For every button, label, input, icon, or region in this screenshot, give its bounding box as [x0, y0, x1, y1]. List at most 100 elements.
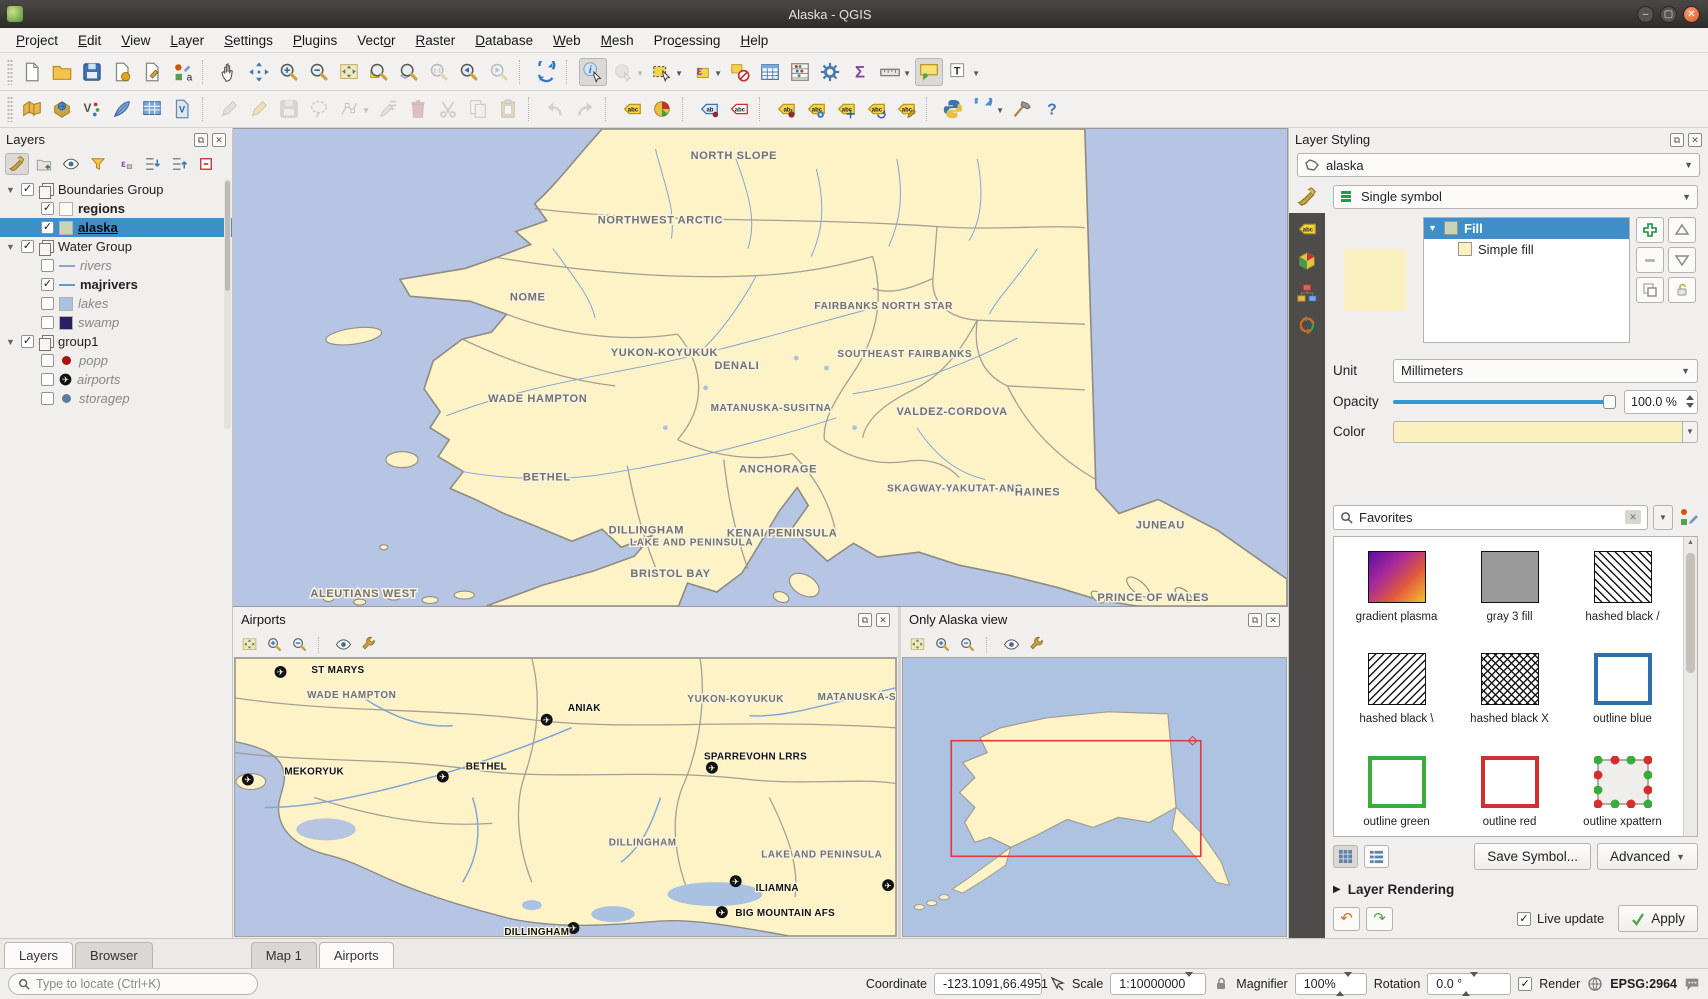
set-view-extent-button[interactable] — [1001, 635, 1022, 655]
layer-styling-float-icon[interactable]: ⧉ — [1670, 133, 1684, 147]
apply-button[interactable]: Apply — [1618, 905, 1698, 932]
layers-panel-float-icon[interactable]: ⧉ — [194, 133, 208, 147]
zoom-in-button[interactable] — [264, 635, 285, 655]
zoom-full-button[interactable] — [335, 58, 363, 86]
pin-labels-button[interactable]: ab — [772, 95, 800, 123]
map-tips-button[interactable] — [915, 58, 943, 86]
redo-button[interactable] — [571, 95, 599, 123]
layer-visibility-checkbox[interactable] — [41, 354, 54, 367]
move-down-button[interactable] — [1668, 247, 1696, 273]
layer-item-storagep[interactable]: storagep — [0, 389, 232, 408]
advanced-button[interactable]: Advanced▼ — [1597, 843, 1698, 870]
expander-icon[interactable]: ▼ — [1428, 223, 1438, 233]
layer-item-majrivers[interactable]: ✓majrivers — [0, 275, 232, 294]
alaska-view-canvas[interactable] — [902, 657, 1287, 937]
history-tab[interactable] — [1289, 309, 1325, 341]
zoom-next-button[interactable] — [485, 58, 513, 86]
spin-up-icon[interactable] — [1686, 395, 1694, 400]
zoom-full-button[interactable] — [907, 635, 928, 655]
undo-button[interactable] — [541, 95, 569, 123]
pan-map-button[interactable] — [215, 58, 243, 86]
extents-toggle-icon[interactable] — [1049, 976, 1065, 992]
symbology-tab[interactable] — [1289, 181, 1325, 213]
deselect-all-button[interactable] — [726, 58, 754, 86]
style-redo-button[interactable]: ↷ — [1366, 907, 1393, 931]
add-mesh-layer-button[interactable] — [138, 95, 166, 123]
menu-mesh[interactable]: Mesh — [591, 30, 644, 51]
crs-status[interactable]: EPSG:2964 — [1610, 977, 1677, 991]
layer-item-swamp[interactable]: swamp — [0, 313, 232, 332]
paste-features-button[interactable] — [494, 95, 522, 123]
collapse-all-button[interactable] — [167, 153, 191, 175]
set-view-extent-button[interactable] — [333, 635, 354, 655]
symbol-tree-item-simple-fill[interactable]: Simple fill — [1424, 239, 1629, 260]
group-expander-icon[interactable]: ▼ — [6, 185, 16, 195]
add-delimited-layer-button[interactable] — [108, 95, 136, 123]
select-features-button[interactable]: ▼ — [648, 58, 676, 86]
airports-map-canvas[interactable]: WADE HAMPTONYUKON-KOYUKUKMATANUSKA-SUSDI… — [234, 657, 897, 937]
vertex-tool-button[interactable]: ▼ — [335, 95, 363, 123]
remove-layer-button[interactable] — [194, 153, 218, 175]
main-map-canvas[interactable]: NORTH SLOPENORTHWEST ARCTICNOMEFAIRBANKS… — [233, 128, 1288, 607]
map-view-tab-map-1[interactable]: Map 1 — [251, 942, 317, 968]
maximize-button[interactable]: ▢ — [1660, 6, 1677, 23]
renderer-select[interactable]: Single symbol ▼ — [1333, 185, 1698, 209]
layer-visibility-checkbox[interactable]: ✓ — [21, 183, 34, 196]
cut-features-button[interactable] — [434, 95, 462, 123]
processing-history-button[interactable]: ▼ — [969, 95, 997, 123]
live-update-checkbox[interactable]: ✓ — [1517, 912, 1531, 926]
menu-plugins[interactable]: Plugins — [283, 30, 347, 51]
layer-tree-scrollbar[interactable] — [224, 179, 231, 429]
layer-item-lakes[interactable]: lakes — [0, 294, 232, 313]
measure-line-button[interactable]: ▼ — [876, 58, 904, 86]
menu-edit[interactable]: Edit — [68, 30, 111, 51]
symbol-gradient-plasma[interactable]: gradient plasma — [1340, 551, 1453, 632]
clear-search-icon[interactable]: ✕ — [1625, 510, 1641, 524]
symbol-hashed-black-[interactable]: hashed black / — [1566, 551, 1679, 632]
open-attribute-table-button[interactable] — [756, 58, 784, 86]
map-view-tab-airports[interactable]: Airports — [319, 942, 394, 968]
labels-tab[interactable]: abc — [1289, 213, 1325, 245]
duplicate-symbol-layer-button[interactable] — [1636, 277, 1664, 303]
diagrams-tab[interactable] — [1289, 277, 1325, 309]
data-source-manager-button[interactable] — [18, 95, 46, 123]
menu-raster[interactable]: Raster — [406, 30, 466, 51]
add-symbol-layer-button[interactable] — [1636, 217, 1664, 243]
manage-map-themes-button[interactable] — [59, 153, 83, 175]
layout-manager-button[interactable] — [138, 58, 166, 86]
symbol-gray-3-fill[interactable]: gray 3 fill — [1453, 551, 1566, 632]
filter-legend-button[interactable] — [86, 153, 110, 175]
scale-combobox[interactable]: 1:10000000 — [1110, 973, 1206, 995]
save-layer-edits-button[interactable] — [275, 95, 303, 123]
highlight-pinned-labels-button[interactable]: ab — [695, 95, 723, 123]
layer-item-rivers[interactable]: rivers — [0, 256, 232, 275]
zoom-in-button[interactable] — [932, 635, 953, 655]
layer-item-airports[interactable]: ✈airports — [0, 370, 232, 389]
coordinate-input[interactable]: -123.1091,66.4951 — [934, 973, 1042, 995]
select-by-expression-button[interactable]: ε▼ — [687, 58, 715, 86]
group-expander-icon[interactable]: ▼ — [6, 337, 16, 347]
zoom-full-button[interactable] — [239, 635, 260, 655]
zoom-to-layer-button[interactable] — [395, 58, 423, 86]
zoom-out-button[interactable] — [957, 635, 978, 655]
layer-visibility-checkbox[interactable]: ✓ — [41, 278, 54, 291]
layer-visibility-checkbox[interactable]: ✓ — [21, 335, 34, 348]
processing-toolbox-button[interactable] — [816, 58, 844, 86]
symbol-outline-green[interactable]: outline green — [1340, 756, 1453, 837]
symbol-hashed-black-X[interactable]: hashed black X — [1453, 653, 1566, 734]
move-up-button[interactable] — [1668, 217, 1696, 243]
menu-web[interactable]: Web — [543, 30, 591, 51]
airports-dock-float-icon[interactable]: ⧉ — [858, 613, 872, 627]
opacity-spinbox[interactable]: 100.0 % — [1624, 390, 1698, 414]
menu-vector[interactable]: Vector — [347, 30, 405, 51]
layer-item-popp[interactable]: popp — [0, 351, 232, 370]
group-expander-icon[interactable]: ▼ — [6, 242, 16, 252]
open-layer-styling-button[interactable] — [5, 153, 29, 175]
layer-visibility-checkbox[interactable] — [41, 373, 54, 386]
panel-tab-browser[interactable]: Browser — [75, 942, 153, 968]
view-settings-button[interactable] — [358, 635, 379, 655]
menu-database[interactable]: Database — [465, 30, 543, 51]
layer-visibility-checkbox[interactable]: ✓ — [41, 221, 54, 234]
modify-attributes-button[interactable] — [374, 95, 402, 123]
layer-rendering-section[interactable]: ▶ Layer Rendering — [1333, 882, 1698, 897]
